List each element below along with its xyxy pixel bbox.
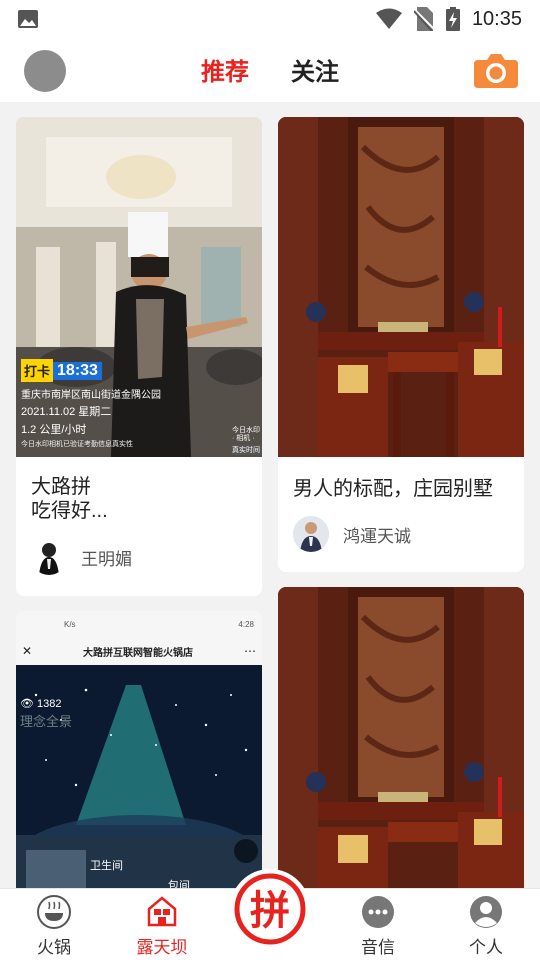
nav-item-profile[interactable]: 个人: [446, 895, 526, 958]
post-card[interactable]: 打卡 18:33 重庆市南岸区南山街道金隅公园 2021.11.02 星期二 1…: [16, 117, 262, 596]
screenshot-page-title: 大路拼互联网智能火锅店: [83, 647, 194, 659]
distance-text: 1.2 公里/小时: [21, 424, 87, 436]
author-avatar: [31, 539, 67, 575]
post-author[interactable]: 鸿運天诚: [293, 516, 411, 552]
photo-watermark: 打卡 18:33 重庆市南岸区南山街道金隅公园 2021.11.02 星期二 1…: [21, 359, 257, 449]
close-icon: ✕: [22, 644, 33, 658]
panorama-overlay-text: 理念全景: [20, 714, 73, 729]
post-card[interactable]: K/s 4:28 ✕ 大路拼互联网智能火锅店 ⋯ 👁 1382 理念全景 卫生间…: [16, 611, 262, 888]
watermark-note: 今日水印相机已验证考勤信息真实性: [21, 441, 133, 448]
rosewood-furniture-photo: [278, 587, 524, 888]
post-photo: 打卡 18:33 重庆市南岸区南山街道金隅公园 2021.11.02 星期二 1…: [16, 117, 262, 457]
post-photo: [278, 117, 524, 457]
post-title: 大路拼 吃得好...: [31, 476, 108, 522]
status-bar: 10:35: [0, 0, 540, 38]
post-card[interactable]: 男人的标配，庄园别墅 鸿運天诚: [278, 117, 524, 572]
pin-logo-icon: 拼: [234, 873, 306, 945]
checkin-badge-label: 打卡: [21, 359, 54, 382]
center-glyph: 拼: [250, 888, 290, 934]
post-photo: K/s 4:28 ✕ 大路拼互联网智能火锅店 ⋯ 👁 1382 理念全景 卫生间…: [16, 611, 262, 888]
more-icon: ⋯: [244, 644, 256, 658]
post-photo: [278, 587, 524, 888]
home-icon: [147, 896, 177, 927]
post-title: 男人的标配，庄园别墅: [293, 478, 493, 500]
wifi-icon: [375, 8, 402, 29]
view-count: 👁 1382: [20, 698, 62, 710]
screenshot-status-left: K/s: [64, 619, 76, 629]
location-text: 重庆市南岸区南山街道金隅公园: [21, 390, 161, 401]
author-avatar: [293, 516, 329, 552]
nav-label-messages: 音信: [361, 938, 395, 957]
hotpot-icon: [37, 895, 71, 929]
nav-label-profile: 个人: [469, 938, 503, 957]
gallery-icon: [18, 10, 38, 28]
nav-item-outdoor[interactable]: 露天坝: [122, 895, 202, 958]
label-room: 包间: [168, 880, 190, 888]
label-toilet: 卫生间: [90, 860, 123, 872]
user-avatar[interactable]: [24, 50, 66, 92]
feed-grid: 打卡 18:33 重庆市南岸区南山街道金隅公园 2021.11.02 星期二 1…: [0, 102, 540, 888]
clock-text: 10:35: [471, 7, 522, 30]
tab-recommend[interactable]: 推荐: [201, 52, 249, 87]
date-text: 2021.11.02 星期二: [21, 406, 112, 418]
nav-label-hotpot: 火锅: [37, 938, 71, 957]
tab-follow[interactable]: 关注: [291, 52, 339, 87]
author-name: 鸿運天诚: [343, 526, 411, 546]
person-icon: [470, 896, 502, 928]
bottom-nav: 火锅 露天坝 拼 音信 个人: [0, 869, 540, 960]
chat-icon: [362, 896, 394, 928]
nav-item-messages[interactable]: 音信: [338, 895, 418, 958]
top-header: 推荐 关注: [0, 38, 540, 102]
post-author[interactable]: 王明媚: [31, 539, 132, 575]
rosewood-furniture-photo: [278, 117, 524, 457]
nav-label-outdoor: 露天坝: [136, 938, 188, 957]
checkin-badge-time: 18:33: [53, 361, 102, 380]
no-sim-icon: [413, 7, 434, 31]
battery-charging-icon: [445, 7, 460, 31]
view-count-text: 1382: [37, 698, 62, 710]
post-card[interactable]: [278, 587, 524, 888]
nav-item-hotpot[interactable]: 火锅: [14, 895, 94, 958]
author-name: 王明媚: [81, 549, 132, 569]
camera-icon[interactable]: [474, 52, 518, 88]
watermark-corner-text: 今日水印 · 相机 ·: [232, 427, 260, 442]
center-publish-button[interactable]: 拼: [230, 869, 310, 949]
watermark-verified-text: 真实时间: [232, 445, 262, 455]
screenshot-title-bar: ✕ 大路拼互联网智能火锅店 ⋯: [16, 637, 262, 665]
screenshot-status-bar: K/s 4:28: [16, 611, 262, 637]
screenshot-status-right: 4:28: [238, 619, 254, 629]
